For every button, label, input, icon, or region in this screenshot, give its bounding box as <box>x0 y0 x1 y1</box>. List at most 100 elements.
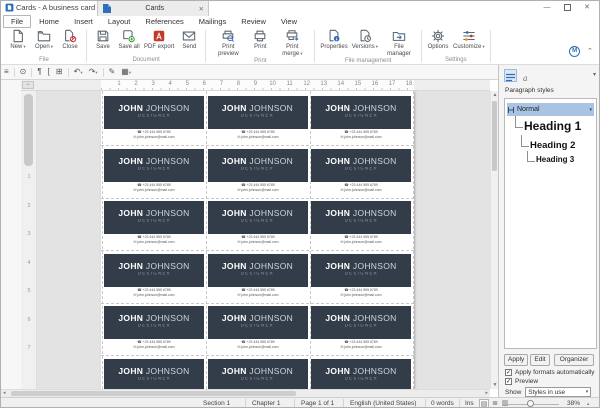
print-preview-button[interactable]: Print preview <box>209 29 247 57</box>
status-word-count[interactable]: 0 words <box>431 400 454 407</box>
business-card[interactable]: JOHN JOHNSON DESIGNER ☎ +23 444 555 6789… <box>311 306 411 352</box>
properties-button[interactable]: Properties <box>318 29 349 51</box>
edit-button[interactable]: Edit <box>530 354 550 366</box>
business-card[interactable]: JOHN JOHNSON DESIGNER ☎ +23 444 555 6789… <box>311 201 411 247</box>
hamburger-menu-icon[interactable]: ≡ <box>1 65 12 79</box>
send-button[interactable]: Send <box>176 29 202 51</box>
zoom-level[interactable]: 38% <box>567 400 580 407</box>
new-button[interactable]: New▾ <box>5 29 31 51</box>
menu-review[interactable]: Review <box>234 16 273 27</box>
zoom-slider-handle[interactable] <box>527 400 534 407</box>
horizontal-ruler[interactable]: − 1 2 3 4 5 6 7 8 9 10 11 12 13 14 15 16 17 18 <box>21 80 490 91</box>
horizontal-scroll-thumb[interactable] <box>11 391 296 396</box>
horizontal-scrollbar[interactable]: ◂ ▸ <box>1 389 490 397</box>
style-item-normal[interactable]: Normal ▾ <box>507 103 594 116</box>
ruler-corner-button[interactable]: − <box>22 81 34 89</box>
business-card[interactable]: JOHN JOHNSON DESIGNER ☎ +23 444 555 6789… <box>207 306 308 352</box>
business-card[interactable]: JOHN JOHNSON DESIGNER ☎ +23 444 555 6789… <box>311 148 411 195</box>
business-card[interactable]: JOHN JOHNSON DESIGNER ☎ +23 444 555 6789… <box>207 148 308 195</box>
format-brush-icon[interactable]: ✎ <box>106 65 119 79</box>
minimize-button[interactable]: — <box>539 1 555 14</box>
paragraph-styles-tab-icon[interactable] <box>504 69 517 82</box>
business-card[interactable]: JOHN JOHNSON DESIGNER ☎ +23 444 555 6789… <box>207 96 308 142</box>
close-button[interactable]: ✕ <box>579 1 595 14</box>
style-item-heading2[interactable]: Heading 2 <box>530 140 575 151</box>
organizer-button[interactable]: Organizer <box>554 354 594 366</box>
styles-tree[interactable]: Normal ▾ Heading 1 Heading 2 Heading 3 <box>504 98 597 349</box>
open-button[interactable]: Open▾ <box>31 29 57 51</box>
sidebar-collapse-icon[interactable]: ▾ <box>593 71 596 78</box>
view-standard-icon[interactable]: ▤ <box>479 399 489 407</box>
apply-button[interactable]: Apply <box>504 354 528 366</box>
checkbox-icon: ✓ <box>505 369 512 376</box>
scroll-left-icon[interactable]: ◂ <box>3 390 6 397</box>
vertical-scrollbar[interactable]: ▲ ▼ <box>490 91 498 389</box>
vertical-scroll-thumb[interactable] <box>492 101 497 171</box>
card-email: ✉ john.johnson@mail.com <box>340 240 382 245</box>
print-merge-button[interactable]: Print merge▾ <box>273 29 311 57</box>
menu-references[interactable]: References <box>138 16 190 27</box>
document-tab-cards[interactable]: Cards ✕ <box>97 1 209 16</box>
business-card[interactable]: JOHN JOHNSON DESIGNER ☎ +23 444 555 6789… <box>104 253 204 300</box>
softmaker-badge-icon[interactable]: M <box>569 46 581 57</box>
file-manager-icon <box>392 31 406 41</box>
file-manager-button[interactable]: File manager <box>380 29 418 57</box>
cut-line <box>309 91 311 389</box>
document-canvas[interactable]: JOHN JOHNSON DESIGNER ☎ +23 444 555 6789… <box>37 91 490 389</box>
versions-button[interactable]: Versions▾ <box>350 29 380 51</box>
business-card[interactable]: JOHN JOHNSON DESIGNER ☎ +23 444 555 6789… <box>104 148 204 195</box>
keyboard-icon[interactable]: ▦▾ <box>118 65 134 80</box>
customize-button[interactable]: Customize▾ <box>451 29 487 51</box>
status-insert-mode[interactable]: Ins <box>465 400 474 407</box>
save-button[interactable]: Save <box>90 29 116 51</box>
character-styles-tab-icon[interactable]: a <box>520 69 533 83</box>
scroll-right-icon[interactable]: ▸ <box>485 390 488 397</box>
status-section[interactable]: Section 1 <box>203 400 230 407</box>
preview-checkbox[interactable]: ✓ Preview <box>505 378 538 385</box>
menu-home[interactable]: Home <box>32 16 66 27</box>
formatting-marks-icon[interactable]: ¶ <box>34 65 44 79</box>
business-card[interactable]: JOHN JOHNSON DESIGNER ☎ +23 444 555 6789… <box>207 201 308 247</box>
menu-mailings[interactable]: Mailings <box>192 16 234 27</box>
status-language[interactable]: English (United States) <box>350 400 416 407</box>
menu-layout[interactable]: Layout <box>101 16 138 27</box>
options-button[interactable]: Options <box>425 29 451 51</box>
style-item-heading1[interactable]: Heading 1 <box>524 119 581 133</box>
pdf-export-button[interactable]: PDF export <box>142 29 176 51</box>
collapse-ribbon-icon[interactable]: ⌃ <box>587 48 593 55</box>
field-shading-icon[interactable]: ⊞ <box>53 65 66 79</box>
business-card[interactable]: JOHN JOHNSON DESIGNER ☎ +23 444 555 6789… <box>104 306 204 352</box>
sidebar-panel-label: Paragraph styles <box>505 87 554 94</box>
tab-close-icon[interactable]: ✕ <box>199 5 208 13</box>
redo-icon[interactable]: ↷▾ <box>86 65 101 80</box>
bracket-icon[interactable]: [ <box>45 65 53 79</box>
business-card[interactable]: JOHN JOHNSON DESIGNER ☎ +23 444 555 6789… <box>311 253 411 300</box>
zoom-caret-icon[interactable]: ▴ <box>587 401 589 407</box>
apply-formats-checkbox[interactable]: ✓ Apply formats automatically <box>505 369 594 376</box>
document-page[interactable]: JOHN JOHNSON DESIGNER ☎ +23 444 555 6789… <box>101 91 414 389</box>
business-card[interactable]: JOHN JOHNSON DESIGNER ☎ +23 444 555 6789… <box>104 358 204 389</box>
business-card[interactable]: JOHN JOHNSON DESIGNER ☎ +23 444 555 6789… <box>311 358 411 389</box>
business-card[interactable]: JOHN JOHNSON DESIGNER ☎ +23 444 555 6789… <box>207 253 308 300</box>
business-card[interactable]: JOHN JOHNSON DESIGNER ☎ +23 444 555 6789… <box>104 96 204 142</box>
menu-file[interactable]: File <box>3 14 32 28</box>
close-document-button[interactable]: Close <box>57 29 83 51</box>
maximize-button[interactable] <box>559 1 575 14</box>
menu-view[interactable]: View <box>274 16 304 27</box>
business-card[interactable]: JOHN JOHNSON DESIGNER ☎ +23 444 555 6789… <box>207 358 308 389</box>
undo-icon[interactable]: ↶▾ <box>71 65 86 80</box>
touch-mode-icon[interactable]: ⊙ <box>17 65 30 79</box>
style-item-heading3[interactable]: Heading 3 <box>536 155 574 164</box>
business-card[interactable]: JOHN JOHNSON DESIGNER ☎ +23 444 555 6789… <box>311 96 411 142</box>
status-page[interactable]: Page 1 of 1 <box>301 400 334 407</box>
show-styles-dropdown[interactable]: Styles in use ▾ <box>525 387 592 397</box>
save-all-button[interactable]: Save all <box>116 29 142 51</box>
print-button[interactable]: Print <box>247 29 273 51</box>
style-dropdown-icon[interactable]: ▾ <box>589 107 592 113</box>
business-card[interactable]: JOHN JOHNSON DESIGNER ☎ +23 444 555 6789… <box>104 201 204 247</box>
view-continuous-icon[interactable]: ≣ <box>490 399 500 407</box>
menu-insert[interactable]: Insert <box>67 16 100 27</box>
vertical-ruler[interactable]: 1 2 3 4 5 6 7 <box>21 91 37 389</box>
ribbon-group-label: Document <box>132 57 160 63</box>
status-chapter[interactable]: Chapter 1 <box>252 400 281 407</box>
